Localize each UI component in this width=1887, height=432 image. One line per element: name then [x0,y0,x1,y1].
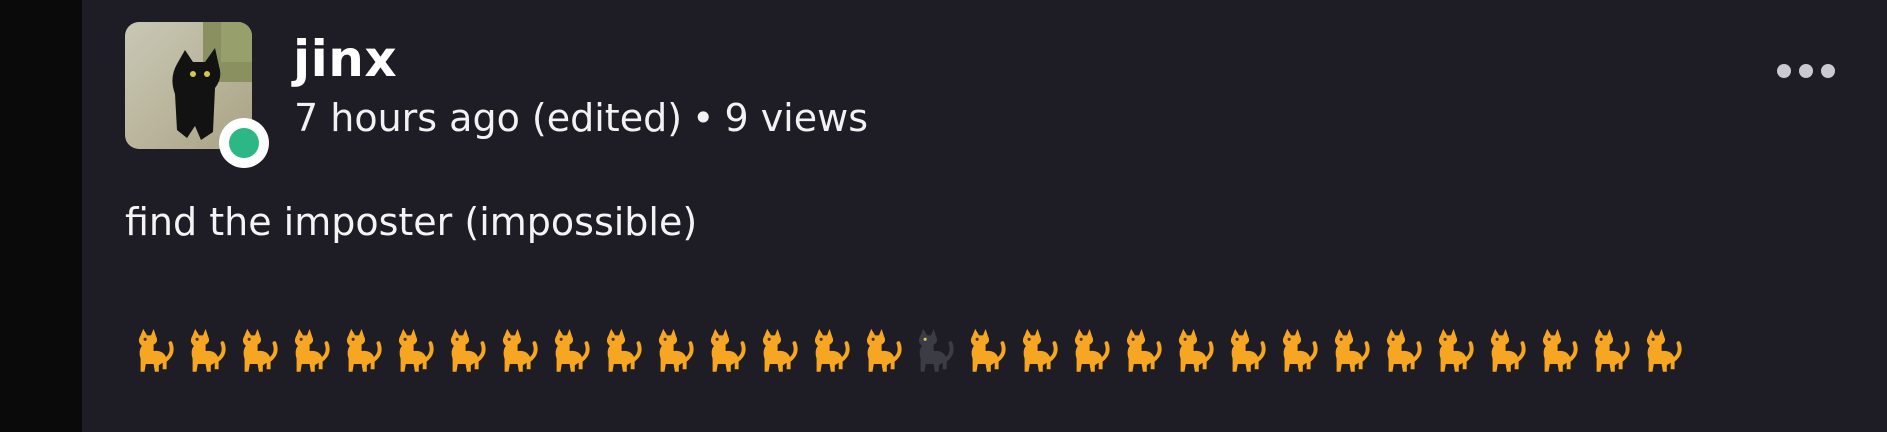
more-options-icon-dot [1799,64,1813,78]
meta-separator: • [692,96,715,140]
cat-emoji [242,328,278,372]
cat-emoji [294,328,330,372]
cat-emoji [346,328,382,372]
cat-emoji [606,328,642,372]
cat-emoji [658,328,694,372]
sidebar-edge [0,0,82,432]
online-status-icon [219,118,269,168]
cat-emoji [502,328,538,372]
cat-emoji [398,328,434,372]
cat-emoji [554,328,590,372]
more-options-icon-dot [1777,64,1791,78]
cat-emoji [1282,328,1318,372]
cat-emoji [190,328,226,372]
cat-emoji [1230,328,1266,372]
black-cat-emoji [918,328,954,372]
cat-emoji [710,328,746,372]
more-options-icon-dot [1821,64,1835,78]
cat-emoji [1438,328,1474,372]
more-options-button[interactable] [1777,58,1835,84]
post-content-text: find the imposter (impossible) [125,200,698,244]
author-name[interactable]: jinx [293,30,397,88]
cat-emoji [1594,328,1630,372]
cat-emoji [866,328,902,372]
cat-emoji [814,328,850,372]
cat-emoji [1022,328,1058,372]
cat-emoji [1126,328,1162,372]
view-count: 9 views [724,96,868,140]
post-meta: 7 hours ago (edited) • 9 views [294,94,868,142]
cat-emoji [1542,328,1578,372]
cat-emoji [1386,328,1422,372]
cat-emoji [1490,328,1526,372]
post-time[interactable]: 7 hours ago (edited) [294,96,682,140]
cat-emoji [1178,328,1214,372]
cat-emoji [762,328,798,372]
cat-emoji [1334,328,1370,372]
cat-emoji [450,328,486,372]
cat-emoji [138,328,174,372]
cat-emoji [970,328,1006,372]
cat-emoji [1646,328,1682,372]
post-card: jinx 7 hours ago (edited) • 9 views find t… [82,0,1887,432]
cat-emoji-row [125,325,1685,377]
cat-emoji [1074,328,1110,372]
